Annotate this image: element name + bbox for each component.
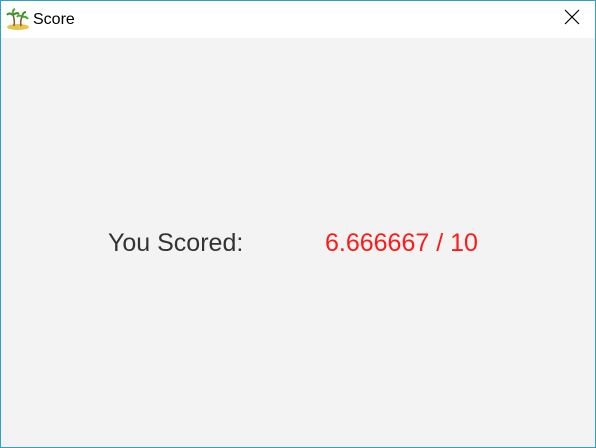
score-label: You Scored:: [108, 229, 244, 257]
score-value: 6.666667 / 10: [325, 229, 478, 257]
close-icon: [564, 9, 580, 30]
score-window: Score You Scored: 6.666667 / 10: [0, 0, 596, 448]
score-content: You Scored: 6.666667 / 10: [1, 38, 595, 447]
close-button[interactable]: [549, 1, 595, 38]
palm-tree-island-icon: [6, 8, 30, 30]
window-title: Score: [33, 11, 75, 28]
title-bar[interactable]: Score: [1, 1, 595, 38]
